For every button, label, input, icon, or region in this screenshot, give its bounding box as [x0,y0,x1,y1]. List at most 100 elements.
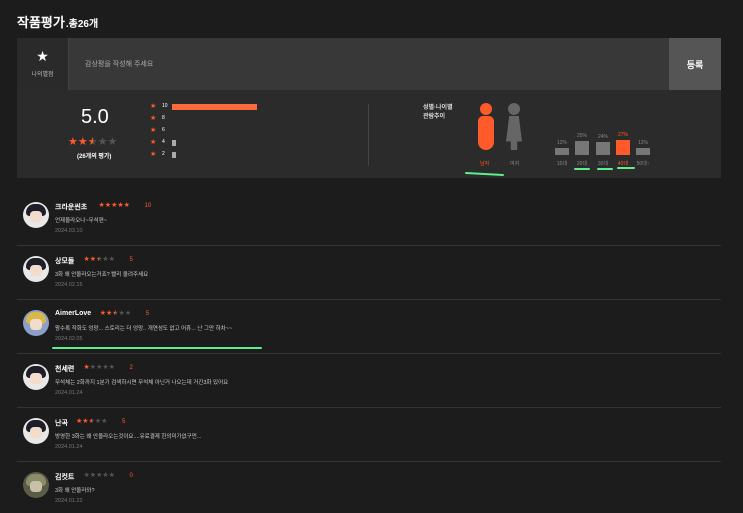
review-count: .총26개 [65,19,99,30]
score-distribution: ★ 10 ★ 8 ★ 6 ★ 4 ★ 2 [150,102,270,162]
average-score: 5.0 [81,106,109,128]
divider [368,104,369,166]
review-text: 왕수록 작화도 엉망... 스토리는 더 엉망.. 개연성도 없고 어휴... … [55,326,233,332]
review-stars: ★★★★★ [99,201,130,209]
review-date: 2024.02.15 [55,282,83,288]
star-icon: ★ [150,103,157,110]
star-icon: ★ [150,139,157,146]
star-icon: ★ [68,136,78,148]
review-date: 2024.01.24 [55,390,83,396]
avatar[interactable] [23,256,49,282]
age-bar [575,141,589,155]
age-label: 30대 [597,161,609,167]
distribution-row: ★ 2 [150,150,270,162]
avatar[interactable] [23,472,49,498]
avatar[interactable] [23,364,49,390]
distribution-score: 2 [162,151,165,157]
age-percent: 27% [617,132,628,139]
review-date: 2024.01.24 [55,444,83,450]
age-percent: 12% [637,140,648,147]
highlight-underline [597,168,613,170]
star-half-icon: ★ [87,136,98,148]
review-stars: ★★★★★ [76,417,107,425]
review-item: 상모돌 ★★★★★ 5 3화 왜 안올라오는거죠? 빨리 올려주세요 2024.02.1… [17,246,721,300]
male-label: 남자 [480,161,490,167]
distribution-bar [172,152,176,158]
review-stars: ★★★★★ [84,363,115,371]
distribution-score: 8 [162,115,165,121]
review-score: 5 [129,257,133,263]
review-score: 0 [129,473,133,479]
star-icon: ★ [97,136,108,148]
avatar[interactable] [23,418,49,444]
review-text: 방영한 3화는 왜 안올라오는것이요....유료결제 한의미가없구먼... [55,434,202,440]
highlight-underline [574,168,590,170]
avatar[interactable] [23,202,49,228]
highlight-underline [617,167,635,169]
demographics-title-line2: 관람추이 [423,114,446,120]
age-bar [596,141,610,155]
age-label: 40대 [617,161,629,167]
avatar[interactable] [23,310,49,336]
star-icon: ★ [124,310,132,317]
my-rating-label: 나의별점 [31,72,54,78]
review-stars: ★★★★★ [84,255,115,263]
star-icon: ★ [150,127,157,134]
star-icon: ★ [107,136,118,148]
male-figure-icon [476,103,496,151]
star-icon: ★ [108,364,115,371]
submit-button[interactable]: 등록 [669,38,721,90]
age-percent: 12% [556,140,567,147]
review-text: 3화 왜 안올라오는거죠? 빨리 올려주세요 [55,272,149,278]
female-figure-icon [504,103,524,151]
review-date: 2024.03.10 [55,228,83,234]
review-text: 3화 왜 안올라와? [55,488,95,494]
demographics-title: 성별·나이별 관람추이 [423,104,453,122]
star-icon: ★ [108,256,115,263]
reviewer-name[interactable]: 상모돌 [55,256,74,266]
star-icon: ★ [108,472,115,479]
review-date: 2024.02.05 [55,336,83,342]
review-stars: ★★★★★ [100,309,131,317]
star-icon: ★ [36,48,49,64]
distribution-score: 10 [162,103,168,109]
distribution-row: ★ 6 [150,126,270,138]
rating-count: (26개의 평가) [77,154,112,160]
my-rating-button[interactable]: ★ 나의별점 [17,38,69,90]
reviewer-name[interactable]: AimerLove [55,310,91,317]
age-percent: 25% [576,133,587,140]
review-input[interactable] [69,38,669,90]
reviewer-name[interactable]: 김컷트 [55,472,74,482]
average-stars: ★★★★★ [68,135,117,148]
review-item: AimerLove ★★★★★ 5 왕수록 작화도 엉망... 스토리는 더 엉망..… [17,300,721,354]
demographics-title-line1: 성별·나이별 [423,105,453,111]
reviewer-name[interactable]: 난곡 [55,418,68,428]
distribution-row: ★ 4 [150,138,270,150]
age-label: 10대 [556,161,568,167]
age-bar [555,148,569,155]
distribution-row: ★ 10 [150,102,270,114]
star-icon: ★ [150,151,157,158]
age-bar [636,148,650,155]
star-icon: ★ [123,202,130,209]
star-icon: ★ [150,115,157,122]
review-score: 5 [145,311,150,317]
reviewer-name[interactable]: 천세련 [55,364,74,374]
review-item: 천세련 ★★★★★ 2 무석체는 2화까지 1분기 검색하시면 무석체 아닌거 나오는… [17,354,721,408]
review-write-box: ★ 나의별점 등록 [17,38,721,90]
reviewer-name[interactable]: 크라운씬초 [55,202,87,212]
distribution-bar [172,104,257,110]
review-date: 2024.01.22 [55,498,83,504]
page-title: 작품평가.총26개 [17,12,98,31]
distribution-row: ★ 8 [150,114,270,126]
distribution-bar [172,140,176,146]
review-stars: ★★★★★ [84,471,115,479]
rating-stats-panel: 5.0 ★★★★★ (26개의 평가) ★ 10 ★ 8 ★ 6 ★ 4 ★ 2 성별·나이별 관… [17,90,721,178]
review-list: 크라운씬초 ★★★★★ 10 언제올라오나~무석편~ 2024.03.10 상모돌 ★★★★… [17,192,721,513]
distribution-score: 6 [162,127,165,133]
star-icon: ★ [82,418,89,425]
review-item: 김컷트 ★★★★★ 0 3화 왜 안올라와? 2024.01.22 [17,462,721,513]
age-label: 20대 [576,161,588,167]
age-label: 50대↑ [636,161,650,167]
age-percent: 24% [597,133,608,140]
